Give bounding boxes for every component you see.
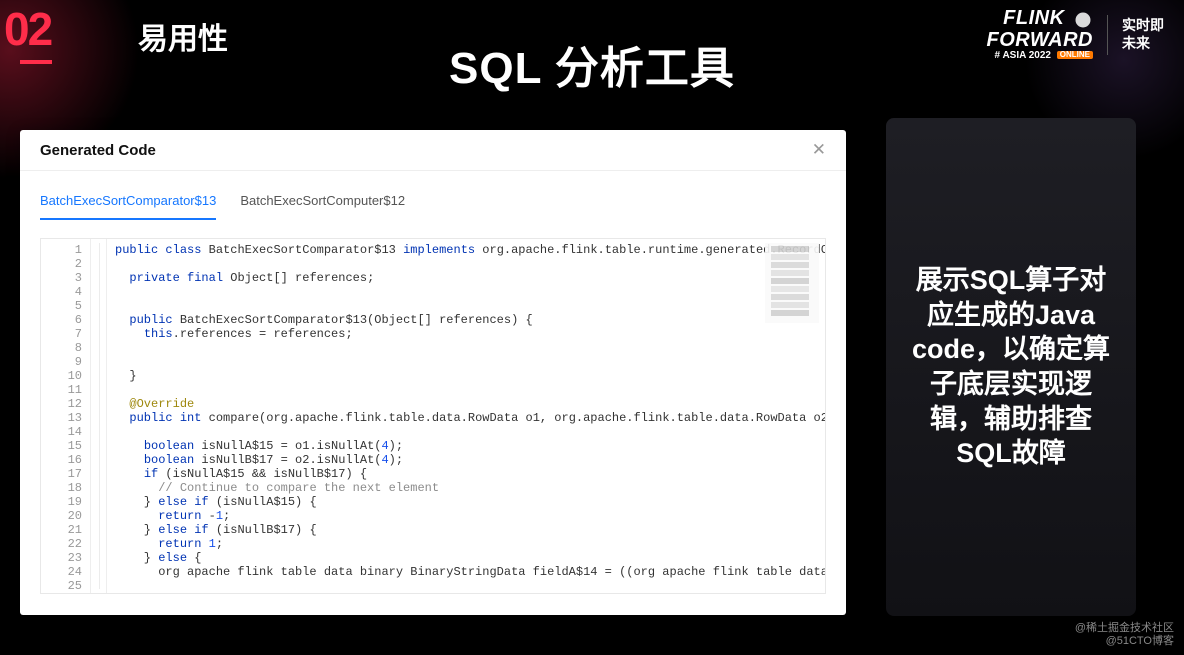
generated-code-panel: Generated Code ✕ BatchExecSortComparator…: [20, 130, 846, 615]
logo-line1: FLINK: [1003, 7, 1064, 29]
code-viewer: 1 2 3 4 5 6 7 8 9 10 11 12 13 14 15 16 1…: [40, 238, 826, 594]
tab-0[interactable]: BatchExecSortComparator$13: [40, 185, 216, 220]
tabs: BatchExecSortComparator$13 BatchExecSortC…: [20, 185, 846, 220]
credits: @稀土掘金技术社区 @51CTO博客: [1075, 622, 1174, 650]
panel-title: Generated Code: [40, 142, 156, 159]
close-icon[interactable]: ✕: [812, 140, 826, 160]
tagline: 实时即 未来: [1122, 17, 1164, 52]
logo-line2: FORWARD: [987, 30, 1093, 51]
logo-badge: ONLINE: [1057, 51, 1093, 59]
squirrel-icon: [1073, 10, 1093, 30]
logo-sub: # ASIA 2022: [994, 50, 1051, 61]
minimap[interactable]: [765, 243, 819, 323]
conference-logo: FLINK FORWARD # ASIA 2022 ONLINE 实时即 未来: [987, 8, 1164, 61]
line-numbers: 1 2 3 4 5 6 7 8 9 10 11 12 13 14 15 16 1…: [41, 239, 91, 593]
logo-divider: [1107, 15, 1108, 55]
description-box: 展示SQL算子对应生成的Java code，以确定算子底层实现逻辑，辅助排查SQ…: [886, 118, 1136, 616]
code-body[interactable]: public class BatchExecSortComparator$13 …: [91, 239, 825, 593]
description-text: 展示SQL算子对应生成的Java code，以确定算子底层实现逻辑，辅助排查SQ…: [906, 263, 1116, 470]
tab-1[interactable]: BatchExecSortComputer$12: [240, 185, 405, 220]
